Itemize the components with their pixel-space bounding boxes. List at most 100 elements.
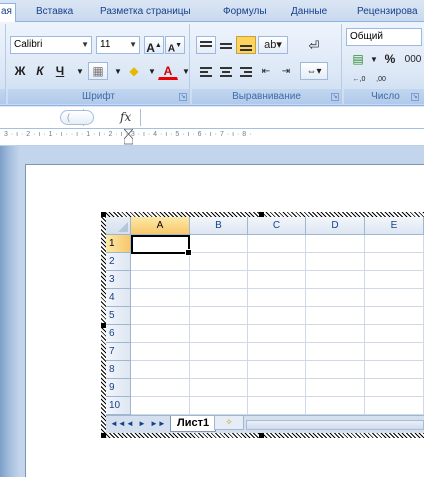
first-sheet-button[interactable]: ◄◄	[110, 419, 126, 428]
cell[interactable]	[248, 397, 306, 415]
cell[interactable]	[248, 271, 306, 289]
cell[interactable]	[190, 325, 248, 343]
cell[interactable]	[365, 271, 424, 289]
chevron-down-icon[interactable]: ▼	[70, 62, 90, 80]
wrap-text-button[interactable]: ⏎	[304, 36, 324, 54]
cell[interactable]	[365, 235, 424, 253]
formula-input[interactable]	[140, 109, 424, 126]
cell[interactable]	[248, 361, 306, 379]
italic-button[interactable]: К	[30, 62, 50, 80]
cell[interactable]	[190, 379, 248, 397]
cell[interactable]	[306, 361, 365, 379]
cell[interactable]	[190, 235, 248, 253]
align-middle-button[interactable]	[216, 36, 236, 54]
dialog-launcher-icon[interactable]: ↘	[179, 93, 187, 101]
cell[interactable]	[306, 343, 365, 361]
cell[interactable]	[248, 253, 306, 271]
cell[interactable]	[248, 289, 306, 307]
horizontal-scrollbar[interactable]	[246, 420, 424, 430]
align-bottom-button[interactable]	[236, 36, 256, 54]
cell[interactable]	[306, 253, 365, 271]
indent-marker-icon[interactable]	[124, 129, 133, 145]
row-header[interactable]: 7	[106, 343, 131, 361]
bold-button[interactable]: Ж	[10, 62, 30, 80]
insert-sheet-icon[interactable]: ✧	[214, 416, 244, 430]
cell[interactable]	[131, 379, 190, 397]
grow-font-button[interactable]: A▲	[144, 36, 164, 55]
row-header[interactable]: 5	[106, 307, 131, 325]
decrease-indent-button[interactable]: ⇤	[256, 62, 276, 80]
orientation-button[interactable]: ab▾	[258, 36, 288, 54]
cell[interactable]	[306, 235, 365, 253]
cell[interactable]	[248, 235, 306, 253]
cell[interactable]	[365, 379, 424, 397]
cell[interactable]	[131, 361, 190, 379]
tab-data[interactable]: Данные	[291, 4, 327, 22]
cell[interactable]	[306, 379, 365, 397]
sheet-tab-list1[interactable]: Лист1	[170, 416, 217, 432]
resize-handle[interactable]	[101, 433, 106, 438]
cell[interactable]	[190, 397, 248, 415]
cell[interactable]	[190, 289, 248, 307]
cell[interactable]	[131, 271, 190, 289]
percent-button[interactable]: %	[380, 50, 400, 68]
dialog-launcher-icon[interactable]: ↘	[331, 93, 339, 101]
tab-home[interactable]: ая	[0, 3, 16, 23]
row-header[interactable]: 10	[106, 397, 131, 415]
prev-sheet-button[interactable]: ◄	[126, 419, 134, 428]
cell[interactable]	[248, 343, 306, 361]
cell[interactable]	[306, 289, 365, 307]
align-left-button[interactable]	[196, 62, 216, 80]
cell[interactable]	[190, 307, 248, 325]
row-header[interactable]: 1	[106, 235, 131, 253]
tab-formulas[interactable]: Формулы	[223, 4, 267, 22]
cell[interactable]	[248, 325, 306, 343]
column-header[interactable]: E	[365, 217, 424, 235]
cell[interactable]	[365, 361, 424, 379]
cell[interactable]	[190, 271, 248, 289]
align-top-button[interactable]	[196, 36, 216, 54]
insert-function-icon[interactable]: fx	[120, 110, 131, 124]
align-center-button[interactable]	[216, 62, 236, 80]
merge-center-button[interactable]: ⇔▾	[300, 62, 328, 80]
row-header[interactable]: 9	[106, 379, 131, 397]
resize-handle[interactable]	[259, 433, 264, 438]
next-sheet-button[interactable]: ►	[138, 419, 146, 428]
cell[interactable]	[365, 307, 424, 325]
active-cell[interactable]	[131, 235, 192, 256]
cell[interactable]	[131, 289, 190, 307]
column-header[interactable]: B	[190, 217, 248, 235]
cell[interactable]	[131, 253, 190, 271]
thousands-button[interactable]: 000	[400, 50, 424, 68]
font-name-combo[interactable]: Calibri ▼	[10, 36, 92, 54]
cell[interactable]	[190, 343, 248, 361]
cell[interactable]	[131, 325, 190, 343]
row-header[interactable]: 2	[106, 253, 131, 271]
tab-page-layout[interactable]: Разметка страницы	[100, 4, 191, 22]
cell[interactable]	[306, 325, 365, 343]
column-header[interactable]: A	[131, 217, 190, 235]
cell[interactable]	[365, 289, 424, 307]
tab-insert[interactable]: Вставка	[36, 4, 73, 22]
increase-indent-button[interactable]: ⇥	[276, 62, 296, 80]
row-header[interactable]: 3	[106, 271, 131, 289]
column-header[interactable]: D	[306, 217, 365, 235]
row-header[interactable]: 6	[106, 325, 131, 343]
tab-review[interactable]: Рецензирова	[357, 4, 418, 22]
cell[interactable]	[190, 361, 248, 379]
formula-expand-control[interactable]: (	[60, 110, 94, 125]
select-all-corner[interactable]	[106, 217, 131, 235]
cell[interactable]	[306, 307, 365, 325]
cell[interactable]	[365, 343, 424, 361]
cell[interactable]	[131, 343, 190, 361]
cell[interactable]	[190, 253, 248, 271]
font-color-button[interactable]: A	[158, 62, 178, 80]
font-size-combo[interactable]: 11 ▼	[96, 36, 140, 54]
fill-color-button[interactable]: ◆	[124, 62, 144, 80]
borders-button[interactable]: ▦	[88, 62, 108, 80]
cell[interactable]	[365, 397, 424, 415]
align-right-button[interactable]	[236, 62, 256, 80]
row-header[interactable]: 8	[106, 361, 131, 379]
cell[interactable]	[306, 397, 365, 415]
cell[interactable]	[365, 253, 424, 271]
